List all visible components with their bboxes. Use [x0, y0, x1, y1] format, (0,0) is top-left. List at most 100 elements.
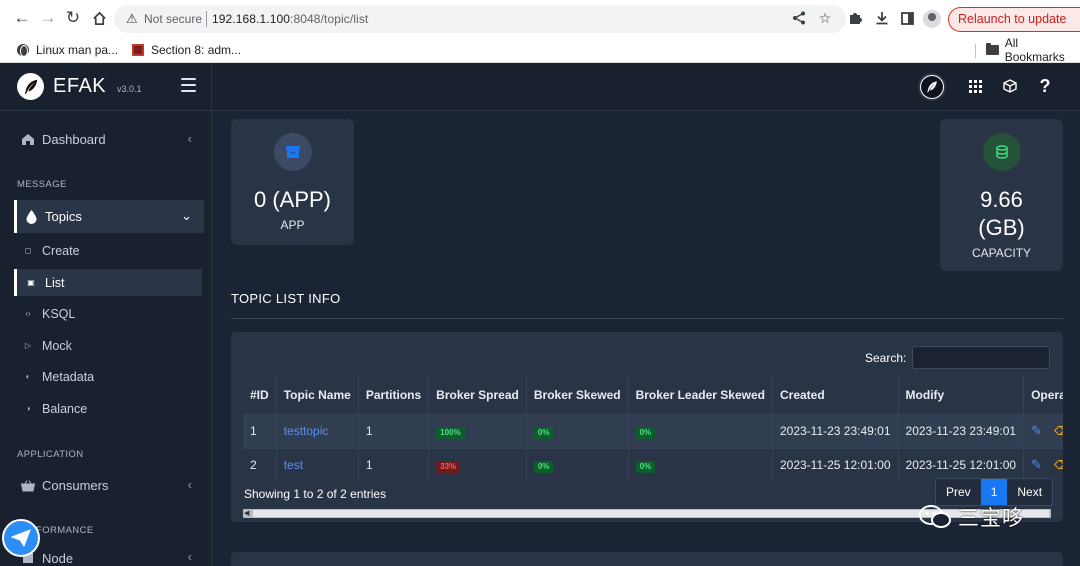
topic-link[interactable]: test — [284, 458, 303, 472]
search-input[interactable] — [912, 346, 1050, 369]
security-status[interactable]: Not secure — [144, 12, 202, 26]
app-stat-card: 0 (APP) APP — [231, 119, 354, 245]
sidebar: EFAK v3.0.1 Dashboard ‹ MESSAGE Topics ⌄… — [0, 63, 212, 566]
cube-icon[interactable] — [1000, 76, 1020, 96]
sidebar-subitem-label: Metadata — [42, 369, 95, 384]
url-text[interactable]: 192.168.1.100:8048/topic/list — [212, 12, 368, 26]
app-stat-value: 0 (APP) — [253, 187, 332, 212]
capacity-stat-card: 9.66 (GB) CAPACITY — [940, 119, 1063, 271]
bookmark-label: Linux man pa... — [36, 43, 119, 57]
floating-assistant-button[interactable] — [2, 519, 40, 557]
cell-operate: ✎ ⌫ — [1023, 447, 1063, 482]
sidebar-subitem-metadata[interactable]: ◐ Metadata — [14, 363, 202, 390]
topic-table-card: Search: #ID Topic Name Partitions Broker… — [231, 332, 1063, 522]
scroll-left-arrow-icon[interactable]: ◀ — [244, 509, 249, 518]
download-icon[interactable] — [872, 8, 892, 28]
sidebar-item-label: Dashboard — [42, 132, 106, 147]
cell-broker-leader-skewed: 0% — [628, 413, 773, 448]
cell-id: 1 — [243, 413, 277, 448]
side-panel-icon[interactable] — [897, 8, 917, 28]
column-header-broker-spread[interactable]: Broker Spread — [428, 376, 527, 414]
menu-toggle-hamburger-icon[interactable] — [181, 78, 196, 92]
sidebar-subitem-ksql[interactable]: ‹› KSQL — [14, 300, 202, 327]
column-header-created[interactable]: Created — [772, 376, 899, 414]
play-icon: ▷ — [24, 341, 32, 350]
sidebar-subitem-label: List — [45, 275, 65, 290]
status-badge: 0% — [533, 426, 554, 439]
section-title-topic-list: TOPIC LIST INFO — [231, 291, 341, 306]
entries-info: Showing 1 to 2 of 2 entries — [244, 487, 387, 501]
section-divider — [231, 318, 1063, 319]
status-badge: 0% — [533, 460, 554, 473]
sidebar-item-topics[interactable]: Topics ⌄ — [14, 200, 204, 233]
search-label: Search: — [865, 351, 907, 365]
capacity-stat-value: 9.66 — [980, 187, 1023, 212]
back-arrow-icon[interactable]: ← — [11, 7, 33, 29]
url-separator — [206, 11, 207, 27]
help-question-icon[interactable]: ? — [1035, 76, 1055, 96]
cell-created: 2023-11-23 23:49:01 — [772, 413, 899, 448]
brand-name[interactable]: EFAK — [53, 75, 106, 98]
all-bookmarks-button[interactable]: All Bookmarks — [986, 36, 1080, 64]
column-header-topic-name[interactable]: Topic Name — [276, 376, 359, 414]
edit-pencil-icon[interactable]: ✎ — [1031, 457, 1042, 472]
relaunch-to-update-button[interactable]: Relaunch to update — [948, 7, 1080, 32]
column-header-operate[interactable]: Opera — [1024, 376, 1063, 414]
bookmark-section-8[interactable]: Section 8: adm... — [132, 41, 241, 59]
column-header-id[interactable]: #ID — [243, 376, 277, 414]
all-bookmarks-label: All Bookmarks — [1004, 36, 1065, 64]
warning-icon[interactable]: ⚠ — [126, 11, 138, 27]
section-label-application: APPLICATION — [17, 449, 84, 460]
brand-version: v3.0.1 — [117, 84, 142, 94]
share-icon[interactable] — [789, 8, 809, 28]
column-header-broker-skewed[interactable]: Broker Skewed — [526, 376, 629, 414]
reload-icon[interactable]: ↻ — [62, 7, 84, 29]
table-row: 1 testtopic 1 100% 0% 0% 2023-11-23 23:4… — [243, 413, 1063, 448]
home-icon[interactable] — [88, 7, 110, 29]
archive-box-icon — [273, 133, 312, 171]
delete-trash-icon[interactable]: ⌫ — [1054, 424, 1063, 438]
profile-avatar-icon[interactable] — [923, 10, 941, 28]
sidebar-subitem-balance[interactable]: ◑ Balance — [14, 395, 202, 422]
main-content: 0 (APP) APP 9.66 (GB) CAPACITY TOPIC LIS… — [212, 111, 1080, 566]
chevron-left-icon: ‹ — [187, 477, 192, 492]
section-label-performance: FORMANCE — [36, 525, 94, 536]
column-header-partitions[interactable]: Partitions — [358, 376, 430, 414]
extensions-puzzle-icon[interactable] — [846, 8, 866, 28]
column-header-broker-leader-skewed[interactable]: Broker Leader Skewed — [628, 376, 773, 414]
sidebar-item-consumers[interactable]: Consumers ‹ — [14, 469, 204, 502]
bookmark-linux-man[interactable]: Linux man pa... — [17, 41, 118, 59]
status-badge: 0% — [635, 426, 656, 439]
sidebar-item-label: Consumers — [42, 478, 109, 493]
watermark: 三宝哆 — [918, 502, 1024, 532]
forward-arrow-icon[interactable]: → — [37, 7, 59, 29]
sidebar-item-node[interactable]: Node ‹ — [14, 547, 204, 566]
sidebar-item-label: Node — [42, 550, 74, 566]
bookmarks-divider — [975, 44, 976, 58]
sidebar-item-dashboard[interactable]: Dashboard ‹ — [14, 123, 204, 156]
cell-topic-name: testtopic — [276, 413, 359, 448]
address-bar[interactable]: ⚠ Not secure 192.168.1.100:8048/topic/li… — [114, 5, 846, 33]
column-header-modify[interactable]: Modify — [898, 376, 1025, 414]
cell-broker-skewed: 0% — [526, 447, 629, 482]
cell-broker-spread: 33% — [428, 447, 527, 482]
efak-feather-logo-icon[interactable] — [17, 73, 44, 100]
url-path: :8048/topic/list — [290, 12, 369, 26]
cell-broker-skewed: 0% — [526, 413, 629, 448]
edit-pencil-icon[interactable]: ✎ — [1031, 423, 1042, 438]
status-badge: 0% — [635, 460, 656, 473]
bookmark-star-icon[interactable]: ☆ — [815, 8, 835, 28]
capacity-stat-label: CAPACITY — [971, 246, 1032, 260]
delete-trash-icon[interactable]: ⌫ — [1054, 458, 1063, 472]
topic-link[interactable]: testtopic — [284, 424, 329, 438]
sidebar-subitem-mock[interactable]: ▷ Mock — [14, 332, 202, 359]
browser-toolbar: ← → ↻ ⚠ Not secure 192.168.1.100:8048/to… — [0, 0, 1080, 37]
bookmark-label: Section 8: adm... — [151, 43, 242, 57]
status-badge: 100% — [436, 426, 465, 439]
cell-id: 2 — [243, 447, 277, 482]
sidebar-subitem-create[interactable]: ◻ Create — [14, 237, 202, 264]
sidebar-subitem-list[interactable]: ▣ List — [14, 269, 202, 296]
cell-modify: 2023-11-25 12:01:00 — [898, 447, 1025, 482]
user-avatar[interactable] — [918, 73, 946, 101]
apps-grid-icon[interactable] — [965, 76, 985, 96]
